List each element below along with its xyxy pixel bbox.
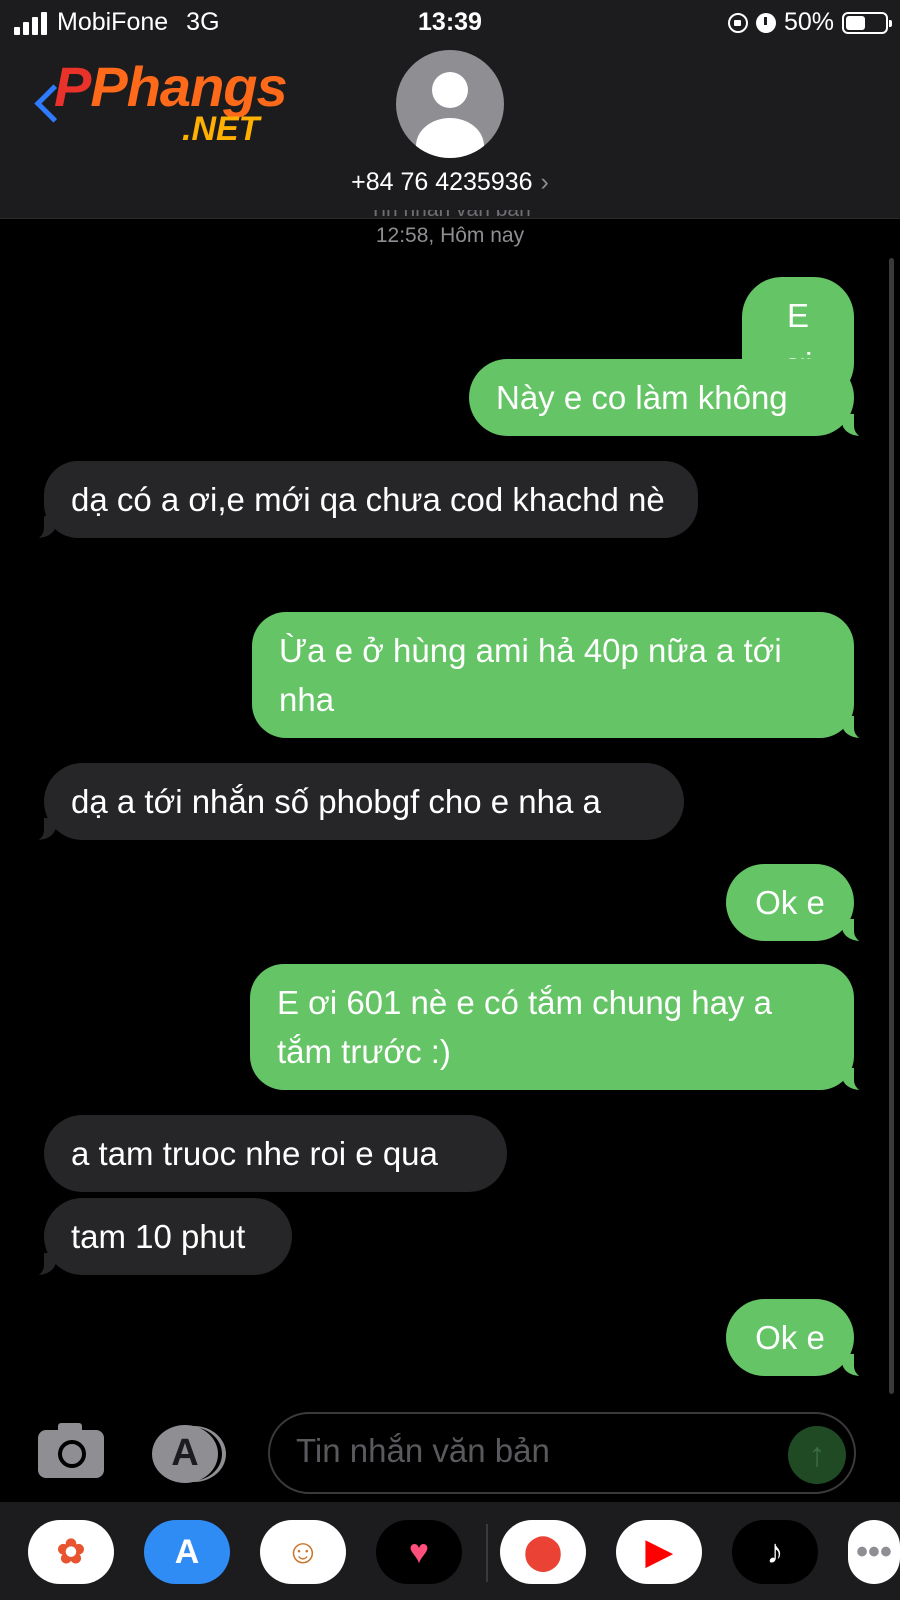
- watermark-logo-sub: .NET: [182, 110, 260, 148]
- incoming-message[interactable]: a tam truoc nhe roi e qua: [44, 1115, 507, 1192]
- message-text: dạ a tới nhắn số phobgf cho e nha a: [71, 783, 601, 820]
- message-text: E ơi 601 nè e có tắm chung hay a tắm trư…: [277, 984, 772, 1070]
- back-button[interactable]: PPhangs .NET: [34, 55, 320, 150]
- contact-name[interactable]: +84 76 4235936 ›: [0, 168, 900, 197]
- dock-separator: [486, 1524, 488, 1582]
- message-placeholder: Tin nhắn văn bản: [296, 1432, 550, 1469]
- app-drawer-button[interactable]: A: [152, 1425, 218, 1483]
- message-text: Này e co làm không: [496, 379, 788, 416]
- alarm-icon: [755, 12, 776, 33]
- send-button[interactable]: ↑: [788, 1426, 846, 1484]
- maps-app-icon[interactable]: ⬤: [500, 1520, 586, 1584]
- photos-app-icon[interactable]: ✿: [28, 1520, 114, 1584]
- scrollbar[interactable]: [889, 258, 894, 1394]
- service-label: Tin nhắn văn bản: [0, 210, 900, 222]
- more-app-icon[interactable]: •••: [848, 1520, 900, 1584]
- contact-avatar[interactable]: [396, 50, 504, 158]
- outgoing-message[interactable]: Này e co làm không: [469, 359, 876, 438]
- status-right: 50%: [727, 8, 892, 37]
- battery-icon: [842, 11, 892, 34]
- camera-icon[interactable]: [38, 1423, 104, 1478]
- message-input[interactable]: Tin nhắn văn bản ↑: [268, 1412, 856, 1494]
- thread-timestamp: 12:58, Hôm nay: [375, 224, 525, 247]
- memoji-app-icon[interactable]: ☺: [260, 1520, 346, 1584]
- incoming-message[interactable]: dạ a tới nhắn số phobgf cho e nha a: [22, 763, 684, 842]
- outgoing-message[interactable]: Ok e: [726, 1299, 876, 1378]
- outgoing-message[interactable]: Ok e: [726, 864, 876, 943]
- appstore-app-icon[interactable]: A: [144, 1520, 230, 1584]
- outgoing-message[interactable]: E ơi 601 nè e có tắm chung hay a tắm trư…: [250, 964, 876, 1092]
- app-dock: ✿ A ☺ ♥ ⬤ ▶ ♪ •••: [0, 1502, 900, 1600]
- incoming-message[interactable]: dạ có a ơi,e mới qa chưa cod khachd nè: [22, 461, 698, 540]
- battery-percent: 50%: [783, 8, 834, 36]
- tiktok-app-icon[interactable]: ♪: [732, 1520, 818, 1584]
- conversation-header: PPhangs .NET +84 76 4235936 ›: [0, 44, 900, 219]
- message-text: Ok e: [755, 884, 825, 921]
- outgoing-message[interactable]: Ừa e ở hùng ami hả 40p nữa a tới nha: [252, 612, 876, 740]
- orientation-lock-icon: [727, 12, 748, 33]
- message-text: tam 10 phut: [71, 1218, 246, 1255]
- message-text: Ừa e ở hùng ami hả 40p nữa a tới nha: [279, 632, 782, 718]
- thread-meta: Tin nhắn văn bản 12:58, Hôm nay: [0, 210, 900, 249]
- youtube-app-icon[interactable]: ▶: [616, 1520, 702, 1584]
- contact-number: +84 76 4235936: [351, 168, 533, 196]
- battery-fill: [846, 15, 865, 30]
- status-bar: MobiFone 3G 13:39 50%: [0, 0, 900, 44]
- incoming-message[interactable]: tam 10 phut: [22, 1198, 292, 1277]
- message-text: Ok e: [755, 1319, 825, 1356]
- message-text: dạ có a ơi,e mới qa chưa cod khachd nè: [71, 481, 665, 518]
- chevron-right-icon: ›: [540, 168, 549, 196]
- appstore-icon: A: [171, 1432, 199, 1474]
- fitness-heart-app-icon[interactable]: ♥: [376, 1520, 462, 1584]
